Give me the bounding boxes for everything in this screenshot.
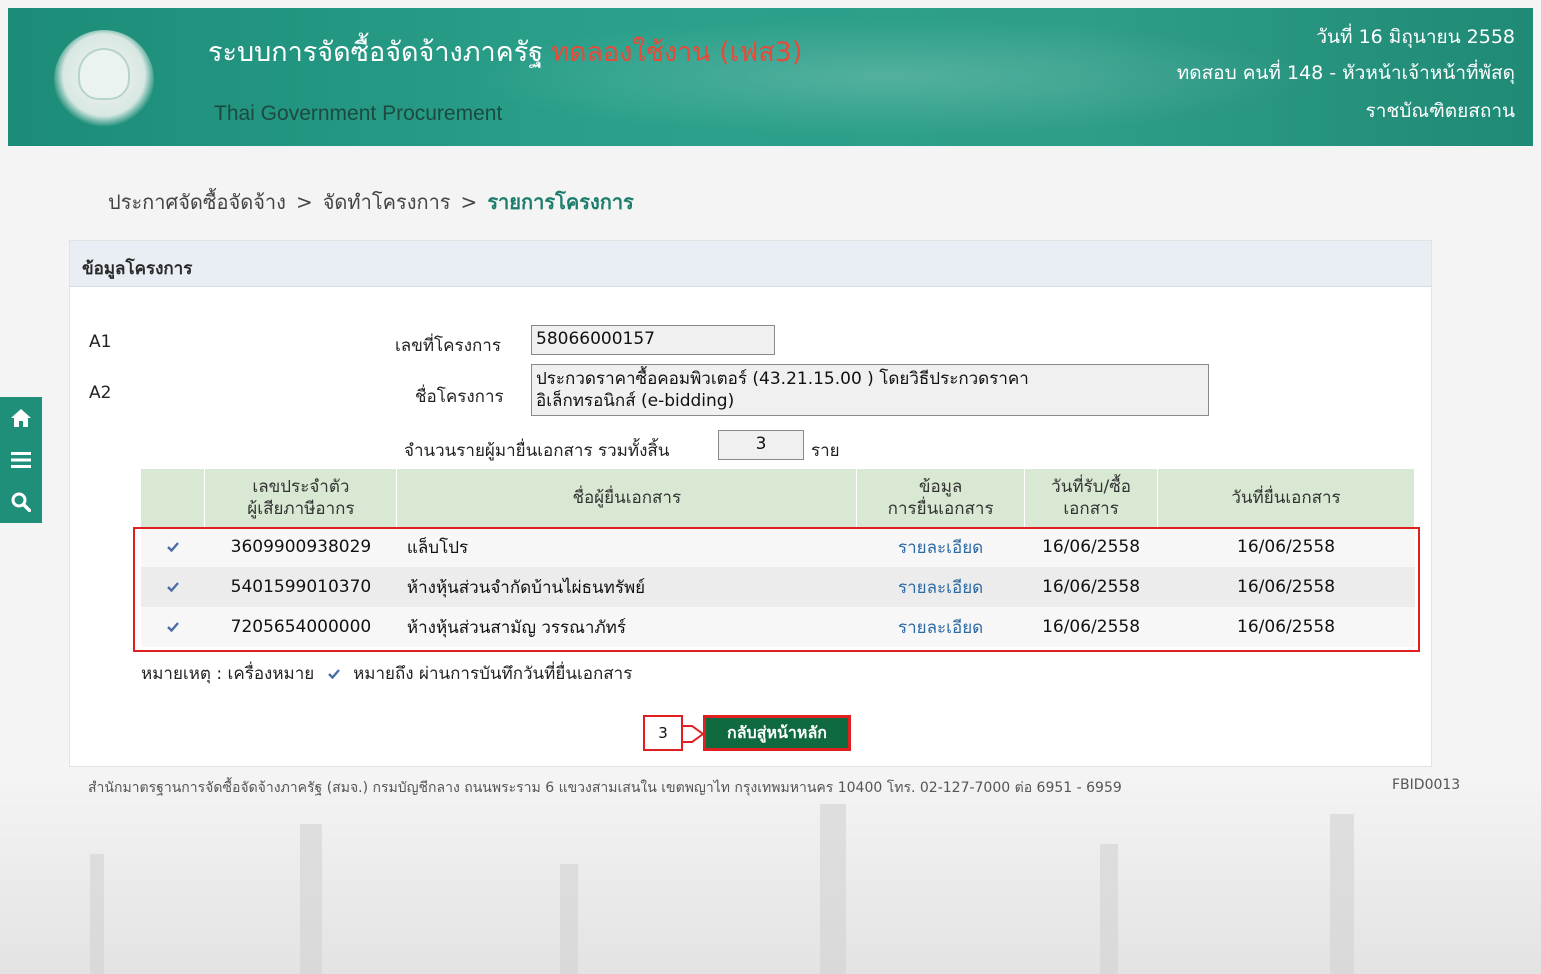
legend-note-suffix: หมายถึง ผ่านการบันทึกวันที่ยื่นเอกสาร [353, 664, 633, 684]
col-info: ข้อมูล การยื่นเอกสาร [856, 469, 1026, 527]
header-date: วันที่ 16 มิถุนายน 2558 [1316, 26, 1515, 48]
detail-link[interactable]: รายละเอียด [898, 538, 983, 558]
breadcrumb: ประกาศจัดซื้อจัดจ้าง > จัดทำโครงการ > รายการ… [108, 186, 634, 218]
submitter-name-cell: ห้างหุ้นส่วนจำกัดบ้านไผ่ธนทรัพย์ [396, 567, 857, 607]
project-name-line1: ประกวดราคาซื้อคอมพิวเตอร์ (43.21.15.00 )… [536, 369, 1029, 389]
breadcrumb-separator: > [295, 190, 313, 214]
app-title-text: ระบบการจัดซื้อจัดจ้างภาครัฐ [208, 37, 544, 68]
detail-cell: รายละเอียด [856, 567, 1025, 607]
breadcrumb-announcement[interactable]: ประกาศจัดซื้อจัดจ้าง [108, 190, 286, 214]
submitter-count-unit: ราย [811, 441, 840, 461]
col-recv-line1: วันที่รับ/ซื้อ [1051, 477, 1131, 497]
submit-date-cell: 16/06/2558 [1157, 607, 1415, 647]
project-no-label: เลขที่โครงการ [395, 336, 501, 356]
header-user: ทดสอบ คนที่ 148 - หัวหน้าเจ้าหน้าที่พัสด… [1176, 62, 1515, 84]
check-cell [141, 527, 205, 567]
col-check [141, 469, 206, 527]
table-row: 3609900938029 แล็บโปร รายละเอียด 16/06/2… [141, 527, 1415, 567]
col-tax-id-line2: ผู้เสียภาษีอากร [247, 499, 355, 519]
tax-id-cell: 7205654000000 [204, 607, 397, 647]
submitter-name-cell: ห้างหุ้นส่วนสามัญ วรรณาภัทร์ [396, 607, 857, 647]
breadcrumb-current: รายการโครงการ [487, 190, 634, 214]
legend-note: หมายเหตุ : เครื่องหมาย หมายถึง ผ่านการบั… [141, 660, 632, 687]
col-info-line1: ข้อมูล [918, 477, 963, 497]
breadcrumb-create-project[interactable]: จัดทำโครงการ [323, 190, 451, 214]
garuda-emblem-icon [78, 48, 130, 100]
recv-date-cell: 16/06/2558 [1024, 607, 1158, 647]
detail-cell: รายละเอียด [856, 527, 1025, 567]
side-toolbar [0, 397, 42, 523]
panel-title: ข้อมูลโครงการ [70, 241, 1431, 287]
check-cell [141, 567, 205, 607]
marker-a2: A2 [89, 383, 112, 403]
check-cell [141, 607, 205, 647]
project-name-label: ชื่อโครงการ [415, 387, 504, 407]
submitter-count-label: จำนวนรายผู้มายื่นเอกสาร รวมทั้งสิ้น [404, 441, 670, 461]
checkmark-icon [167, 537, 179, 553]
comptroller-logo [54, 30, 154, 130]
col-name: ชื่อผู้ยื่นเอกสาร [396, 469, 858, 527]
breadcrumb-separator: > [460, 190, 478, 214]
table-header-row: เลขประจำตัว ผู้เสียภาษีอากร ชื่อผู้ยื่นเอ… [141, 469, 1415, 527]
project-name-field[interactable]: ประกวดราคาซื้อคอมพิวเตอร์ (43.21.15.00 )… [531, 364, 1209, 416]
background-silhouette [0, 774, 1541, 974]
footer-address: สำนักมาตรฐานการจัดซื้อจัดจ้างภาครัฐ (สมจ… [88, 780, 1122, 796]
project-name-line2: อิเล็กทรอนิกส์ (e-bidding) [536, 391, 735, 411]
table-row: 5401599010370 ห้างหุ้นส่วนจำกัดบ้านไผ่ธน… [141, 567, 1415, 607]
col-recv-date: วันที่รับ/ซื้อ เอกสาร [1024, 469, 1159, 527]
header-org: ราชบัณฑิตยสถาน [1365, 100, 1515, 122]
submit-date-cell: 16/06/2558 [1157, 527, 1415, 567]
back-to-main-button[interactable]: กลับสู่หน้าหลัก [703, 715, 851, 751]
table-row: 7205654000000 ห้างหุ้นส่วนสามัญ วรรณาภัท… [141, 607, 1415, 647]
step-callout: 3 [643, 715, 683, 751]
project-no-field[interactable]: 58066000157 [531, 325, 775, 355]
col-tax-id: เลขประจำตัว ผู้เสียภาษีอากร [204, 469, 398, 527]
app-subtitle: Thai Government Procurement [214, 102, 503, 125]
col-submit-date: วันที่ยื่นเอกสาร [1157, 469, 1415, 527]
menu-icon[interactable] [0, 439, 42, 481]
detail-link[interactable]: รายละเอียด [898, 578, 983, 598]
tax-id-cell: 3609900938029 [204, 527, 397, 567]
submitter-count-field[interactable]: 3 [718, 430, 804, 460]
search-icon[interactable] [0, 481, 42, 523]
checkmark-icon [167, 577, 179, 593]
col-info-line2: การยื่นเอกสาร [887, 499, 994, 519]
recv-date-cell: 16/06/2558 [1024, 567, 1158, 607]
submitters-table: เลขประจำตัว ผู้เสียภาษีอากร ชื่อผู้ยื่นเอ… [141, 469, 1415, 647]
legend-checkmark-icon [327, 664, 340, 680]
tax-id-cell: 5401599010370 [204, 567, 397, 607]
home-icon[interactable] [0, 397, 42, 439]
col-tax-id-line1: เลขประจำตัว [252, 477, 350, 497]
detail-link[interactable]: รายละเอียด [898, 618, 983, 638]
recv-date-cell: 16/06/2558 [1024, 527, 1158, 567]
marker-a1: A1 [89, 332, 112, 352]
app-header: ระบบการจัดซื้อจัดจ้างภาครัฐ ทดลองใช้งาน (… [8, 8, 1533, 146]
trial-label: ทดลองใช้งาน (เฟส3) [551, 37, 803, 68]
detail-cell: รายละเอียด [856, 607, 1025, 647]
col-recv-line2: เอกสาร [1063, 499, 1119, 519]
app-title: ระบบการจัดซื้อจัดจ้างภาครัฐ ทดลองใช้งาน (… [208, 30, 802, 73]
checkmark-icon [167, 617, 179, 633]
submit-date-cell: 16/06/2558 [1157, 567, 1415, 607]
submitter-name-cell: แล็บโปร [396, 527, 857, 567]
legend-note-prefix: หมายเหตุ : เครื่องหมาย [141, 664, 315, 684]
footer-page-id: FBID0013 [1392, 777, 1461, 793]
